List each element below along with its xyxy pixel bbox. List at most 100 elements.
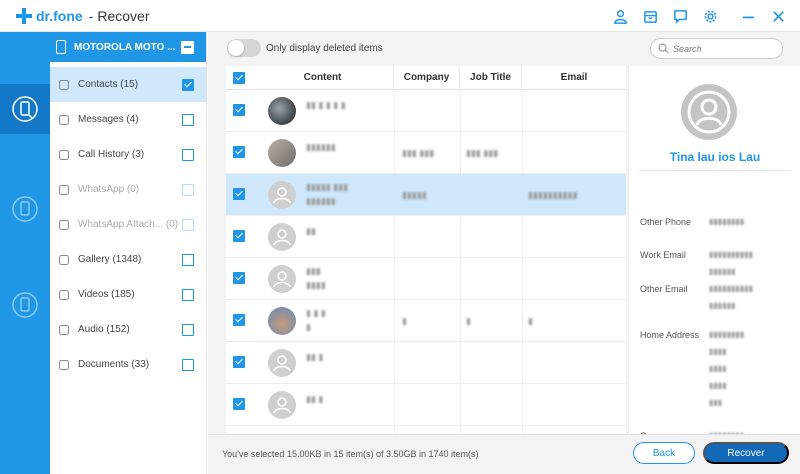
music-icon	[58, 324, 70, 336]
column-email[interactable]: Email	[522, 66, 626, 90]
category-item[interactable]: Documents (33)	[50, 347, 206, 382]
category-item[interactable]: Audio (152)	[50, 312, 206, 347]
category-checkbox[interactable]	[182, 218, 194, 231]
column-content[interactable]: Content	[252, 66, 394, 90]
category-checkbox[interactable]	[182, 148, 194, 161]
category-checkbox[interactable]	[182, 323, 194, 336]
category-checkbox[interactable]	[182, 288, 194, 301]
category-item[interactable]: Messages (4)	[50, 102, 206, 137]
recover-from-device-tab[interactable]	[0, 84, 50, 134]
category-label: WhatsApp Attach... (0)	[78, 219, 179, 230]
gear-icon[interactable]	[702, 8, 718, 24]
table-row[interactable]: ▮▮ ▮	[226, 342, 626, 384]
detail-value: ▮▮▮▮	[709, 347, 727, 356]
row-checkbox[interactable]	[233, 314, 245, 326]
detail-value: ▮▮▮▮	[709, 364, 727, 373]
cart-icon[interactable]	[642, 8, 658, 24]
back-button[interactable]: Back	[633, 442, 695, 464]
detail-value: ▮▮▮▮▮▮▮▮▮▮	[709, 284, 754, 293]
contact-thumbnail	[268, 223, 296, 251]
detail-label: Other Phone	[640, 217, 692, 227]
category-label: Audio (152)	[78, 324, 130, 335]
whatsapp-icon	[58, 184, 70, 196]
search-box[interactable]	[650, 38, 783, 59]
cloud-recover-icon	[12, 292, 38, 318]
search-icon	[658, 43, 669, 54]
table-row[interactable]: ▮▮ ▮	[226, 384, 626, 426]
detail-value: ▮▮▮	[709, 398, 723, 407]
device-header[interactable]: MOTOROLA MOTO ...	[50, 32, 206, 62]
table-header: Content Company Job Title Email	[226, 66, 626, 90]
category-item[interactable]: Call History (3)	[50, 137, 206, 172]
deleted-only-toggle[interactable]	[227, 39, 261, 57]
contact-thumbnail	[268, 265, 296, 293]
company-cell: ▮▮▮ ▮▮▮	[402, 148, 435, 158]
row-checkbox[interactable]	[233, 272, 245, 284]
column-job-title[interactable]: Job Title	[460, 66, 522, 90]
table-row[interactable]: ▮▮ ▮ ▮ ▮ ▮	[226, 90, 626, 132]
company-cell: ▮▮▮▮▮	[402, 190, 427, 200]
main-area: Only display deleted items Content Compa…	[208, 32, 800, 474]
category-item[interactable]: Videos (185)	[50, 277, 206, 312]
contact-sub-cell: ▮▮▮▮▮▮	[306, 196, 336, 206]
video-icon	[58, 289, 70, 301]
category-item[interactable]: WhatsApp Attach... (0)	[50, 207, 206, 242]
job-title-cell: ▮	[466, 316, 471, 326]
category-item[interactable]: Gallery (1348)	[50, 242, 206, 277]
company-cell: ▮	[402, 316, 407, 326]
collapse-device-button[interactable]	[181, 40, 194, 54]
category-label: Messages (4)	[78, 114, 139, 125]
select-all-checkbox[interactable]	[233, 72, 245, 84]
contact-name-cell: ▮ ▮ ▮	[306, 308, 326, 318]
category-item[interactable]: Contacts (15)	[50, 67, 206, 102]
contact-name-cell: ▮▮▮	[306, 266, 321, 276]
row-checkbox[interactable]	[233, 398, 245, 410]
table-row[interactable]: ▮▮▮ ▮▮▮▮	[226, 258, 626, 300]
mode-rail	[0, 32, 50, 474]
detail-value: ▮▮▮▮▮▮	[709, 301, 736, 310]
gallery-icon	[58, 254, 70, 266]
contact-thumbnail	[268, 391, 296, 419]
category-checkbox[interactable]	[182, 113, 194, 126]
category-checkbox[interactable]	[182, 358, 194, 371]
recover-from-itunes-tab[interactable]	[0, 184, 50, 234]
table-row[interactable]: ▮▮▮▮▮▮ ▮▮▮ ▮▮▮ ▮▮▮ ▮▮▮	[226, 132, 626, 174]
contact-sub-cell: ▮	[306, 322, 311, 332]
detail-label: Work Email	[640, 250, 686, 260]
email-cell: ▮	[528, 316, 533, 326]
category-checkbox[interactable]	[182, 183, 194, 196]
table-row[interactable]: ▮▮	[226, 216, 626, 258]
backup-recover-icon	[12, 196, 38, 222]
category-checkbox[interactable]	[182, 78, 194, 91]
category-label: Gallery (1348)	[78, 254, 142, 265]
row-checkbox[interactable]	[233, 146, 245, 158]
recover-from-cloud-tab[interactable]	[0, 280, 50, 330]
contact-thumbnail	[268, 97, 296, 125]
table-row[interactable]: ▮ ▮ ▮ ▮ ▮ ▮ ▮	[226, 300, 626, 342]
detail-value: ▮▮▮▮▮▮▮▮	[709, 330, 745, 339]
plus-logo-icon	[16, 7, 32, 24]
minimize-icon[interactable]	[740, 8, 756, 24]
close-icon[interactable]	[770, 8, 786, 24]
document-icon	[58, 359, 70, 371]
table-row[interactable]: ▮▮▮▮▮ ▮▮▮ ▮▮▮▮▮▮ ▮▮▮▮▮ ▮▮▮▮▮▮▮▮▮▮	[226, 174, 626, 216]
search-input[interactable]	[673, 43, 773, 54]
detail-value: ▮▮▮▮▮▮▮▮▮▮	[709, 250, 754, 259]
recover-button[interactable]: Recover	[703, 442, 789, 464]
device-name: MOTOROLA MOTO ...	[74, 41, 176, 53]
phone-recover-icon	[12, 96, 38, 122]
deleted-only-label: Only display deleted items	[266, 43, 383, 54]
detail-value: ▮▮▮▮▮▮▮▮	[709, 217, 745, 226]
row-checkbox[interactable]	[233, 188, 245, 200]
column-company[interactable]: Company	[394, 66, 460, 90]
contact-name-cell: ▮▮▮▮▮ ▮▮▮	[306, 182, 349, 192]
row-checkbox[interactable]	[233, 104, 245, 116]
user-icon[interactable]	[612, 8, 628, 24]
row-checkbox[interactable]	[233, 356, 245, 368]
brand-name: dr.fone	[36, 7, 83, 24]
row-checkbox[interactable]	[233, 230, 245, 242]
app-logo: dr.fone	[16, 7, 83, 24]
category-checkbox[interactable]	[182, 253, 194, 266]
category-item[interactable]: WhatsApp (0)	[50, 172, 206, 207]
chat-icon[interactable]	[672, 8, 688, 24]
